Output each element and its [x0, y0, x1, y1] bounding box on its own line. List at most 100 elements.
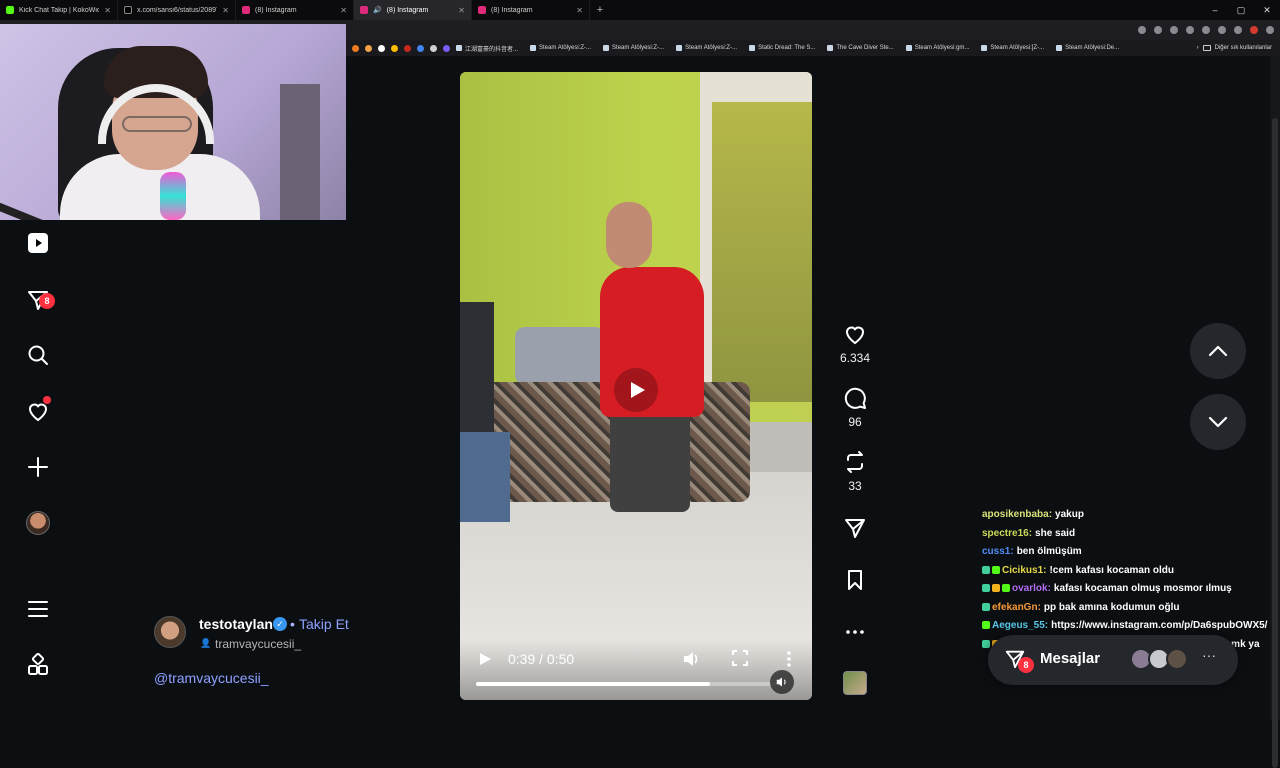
bookmark-icon[interactable] — [391, 44, 398, 52]
instagram-icon — [242, 6, 250, 14]
sidebar-item-reels[interactable] — [24, 229, 52, 257]
follow-button[interactable]: Takip Et — [299, 616, 349, 632]
previous-reel-button[interactable] — [1190, 323, 1246, 379]
mute-toggle[interactable] — [770, 670, 794, 694]
refresh-icon[interactable] — [1218, 26, 1226, 34]
minimize-button[interactable]: – — [1202, 0, 1228, 20]
bookmark-item[interactable]: Steam Atölyesi:[Z-... — [975, 45, 1050, 51]
like-button[interactable]: 6.334 — [836, 322, 874, 365]
author-avatar[interactable] — [154, 616, 186, 648]
profile-icon[interactable] — [1250, 26, 1258, 34]
fullscreen-button[interactable] — [732, 650, 748, 666]
sidebar-item-profile[interactable] — [24, 509, 52, 537]
bookmark-item[interactable]: The Cave Diver Ste... — [821, 45, 899, 51]
comment-icon — [844, 387, 866, 409]
bookmark-item[interactable]: Steam Atölyesi:gm... — [900, 45, 976, 51]
bookmark-icon — [848, 570, 862, 590]
play-overlay-button[interactable] — [614, 368, 658, 412]
new-tab-button[interactable]: + — [590, 4, 610, 16]
chat-text: !cem kafası kocaman oldu — [1049, 564, 1174, 576]
bookmark-icon[interactable] — [378, 44, 385, 52]
bookmark-item[interactable]: Steam Atölyesi:De... — [1050, 45, 1125, 51]
close-window-button[interactable]: ✕ — [1254, 0, 1280, 20]
close-tab-icon[interactable]: ✕ — [458, 6, 465, 15]
sidebar-item-notifications[interactable] — [24, 396, 52, 425]
video-progress-bar[interactable] — [476, 682, 776, 686]
browser-tab-instagram[interactable]: (8) Instagram ✕ — [236, 0, 354, 20]
close-tab-icon[interactable]: ✕ — [104, 6, 111, 15]
zoom-icon[interactable] — [1154, 26, 1162, 34]
close-tab-icon[interactable]: ✕ — [576, 6, 583, 15]
volume-button[interactable] — [682, 650, 700, 668]
audio-thumbnail[interactable] — [843, 671, 867, 695]
bookmarks-bar: 江湖富豪的抖音者... Steam Atölyesi:Z-... Steam A… — [346, 40, 1280, 56]
chat-username: spectre16: — [982, 527, 1033, 539]
messages-more-button[interactable]: ··· — [1202, 647, 1216, 663]
bookmark-item[interactable]: Steam Atölyesi:Z-... — [670, 45, 743, 51]
more-options-button[interactable] — [836, 620, 874, 644]
other-bookmarks[interactable]: › Diğer sık kullanılanlar — [1197, 45, 1280, 51]
scrollbar-thumb[interactable] — [1272, 118, 1278, 768]
play-button[interactable] — [478, 652, 492, 666]
video-controls: 0:39 / 0:50 — [460, 640, 812, 700]
messages-pill[interactable]: 8 Mesajlar ··· — [988, 635, 1238, 685]
bookmark-icon[interactable] — [352, 44, 359, 52]
extension-icon[interactable] — [1186, 26, 1194, 34]
author-username[interactable]: testotaylan — [199, 616, 273, 632]
separator-dot: • — [290, 616, 295, 632]
sidebar-item-messages[interactable]: 8 — [24, 286, 55, 314]
star-icon[interactable] — [1170, 26, 1178, 34]
instagram-sidebar: 8 — [0, 220, 76, 720]
bookmark-item[interactable]: Static Dread: The S... — [743, 45, 821, 51]
sidebar-item-search[interactable] — [24, 341, 52, 369]
sidebar-item-create[interactable] — [24, 453, 52, 481]
maximize-button[interactable]: ▢ — [1228, 0, 1254, 20]
sidebar-item-apps[interactable] — [24, 651, 52, 679]
comment-button[interactable]: 96 — [836, 386, 874, 429]
bookmark-item[interactable]: 江湖富豪的抖音者... — [450, 44, 524, 53]
browser-tab-instagram-active[interactable]: 🔊 (8) Instagram ✕ — [354, 0, 472, 20]
menu-icon — [28, 601, 48, 617]
repost-button[interactable]: 33 — [836, 450, 874, 493]
page-scrollbar[interactable] — [1270, 56, 1280, 768]
puzzle-icon[interactable] — [1234, 26, 1242, 34]
video-options-button[interactable] — [782, 650, 796, 668]
chat-text: yakup — [1055, 509, 1084, 520]
sidebar-item-more[interactable] — [24, 595, 52, 623]
kebab-menu-icon[interactable] — [1266, 26, 1274, 34]
browser-tab-x[interactable]: x.com/sansi6/status/208974799...✕ — [118, 0, 236, 20]
chevron-right-icon[interactable]: › — [1197, 45, 1199, 51]
caption-mention[interactable]: @tramvaycucesii_ — [154, 670, 269, 686]
chat-username: efekanGn: — [992, 601, 1041, 613]
chat-badge-icon — [982, 639, 990, 648]
steam-icon — [1056, 45, 1063, 51]
next-reel-button[interactable] — [1190, 394, 1246, 450]
chat-username: ovarlok: — [1012, 583, 1051, 594]
bookmark-item[interactable]: Steam Atölyesi:Z-... — [597, 45, 670, 51]
reel-video-player[interactable]: 0:39 / 0:50 — [460, 72, 812, 700]
close-tab-icon[interactable]: ✕ — [222, 6, 229, 15]
chat-message: cuss1: ben ölmüşüm — [982, 543, 1280, 562]
video-frame — [712, 102, 812, 402]
apps-icon[interactable] — [1138, 26, 1146, 34]
bookmark-item[interactable]: Steam Atölyesi:Z-... — [524, 45, 597, 51]
save-button[interactable] — [836, 568, 874, 592]
toolbar-icons — [1138, 20, 1274, 40]
bookmark-icon[interactable] — [430, 44, 437, 52]
bookmark-icon[interactable] — [365, 44, 372, 52]
close-tab-icon[interactable]: ✕ — [340, 6, 347, 15]
webcam-overlay — [0, 24, 346, 220]
browser-tab-instagram[interactable]: (8) Instagram ✕ — [472, 0, 590, 20]
bookmark-icon[interactable] — [404, 44, 411, 52]
kick-icon — [6, 6, 14, 14]
share-button[interactable] — [836, 516, 874, 540]
person-icon: 👤 — [200, 638, 212, 648]
sync-icon[interactable] — [1202, 26, 1210, 34]
bookmark-icon[interactable] — [417, 44, 424, 52]
messages-badge: 8 — [1018, 657, 1034, 673]
browser-tab-kick[interactable]: Kick Chat Takip | KokoWich ✕ — [0, 0, 118, 20]
bookmark-icon[interactable] — [443, 44, 450, 52]
audio-credit[interactable]: tramvaycucesii_ — [215, 637, 301, 651]
message-avatars — [1130, 648, 1188, 670]
webcam-glasses — [122, 116, 192, 132]
